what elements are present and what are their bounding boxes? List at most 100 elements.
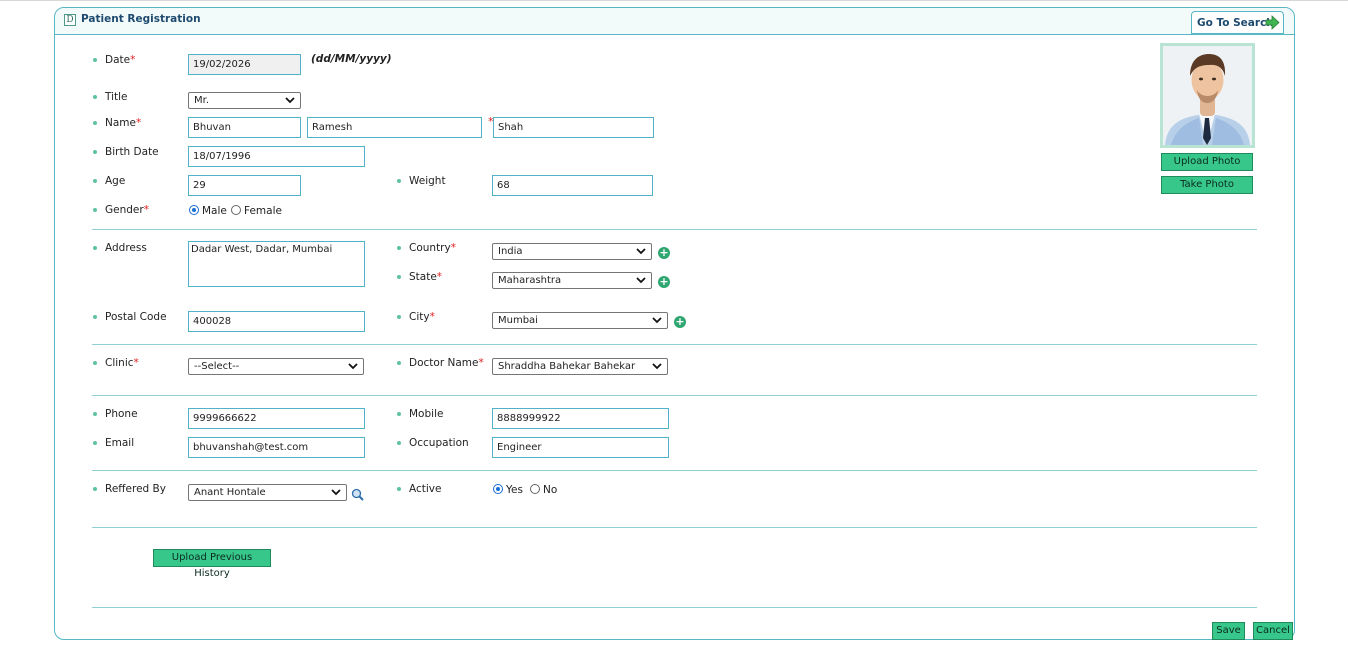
active-label: Active — [409, 483, 442, 495]
country-select[interactable]: India — [492, 243, 652, 260]
bullet — [93, 487, 97, 491]
chevron-down-icon — [348, 363, 358, 370]
last-name-input[interactable]: Shah — [493, 117, 654, 138]
mobile-label: Mobile — [409, 408, 444, 420]
bullet — [397, 412, 401, 416]
bullet — [93, 208, 97, 212]
bullet — [93, 150, 97, 154]
page-title: Patient Registration — [81, 13, 201, 25]
take-photo-button[interactable]: Take Photo — [1161, 176, 1253, 194]
gender-female-radio[interactable] — [231, 205, 241, 215]
go-to-search-label: Go To Search — [1197, 17, 1274, 29]
country-label: Country* — [409, 242, 456, 254]
bullet — [93, 441, 97, 445]
chevron-down-icon — [331, 489, 341, 496]
section-divider — [92, 229, 1257, 230]
bullet — [397, 246, 401, 250]
active-no-label: No — [543, 484, 558, 496]
bullet — [397, 441, 401, 445]
bullet — [397, 487, 401, 491]
age-label: Age — [105, 175, 126, 187]
bullet — [397, 275, 401, 279]
bullet — [93, 412, 97, 416]
birth-date-label: Birth Date — [105, 146, 159, 158]
bullet — [93, 246, 97, 250]
clinic-select[interactable]: --Select-- — [188, 358, 364, 375]
state-select[interactable]: Maharashtra — [492, 272, 652, 289]
referred-by-label: Reffered By — [105, 483, 166, 495]
bullet — [93, 315, 97, 319]
doctor-name-label: Doctor Name* — [409, 357, 484, 369]
address-textarea[interactable]: Dadar West, Dadar, Mumbai — [188, 241, 365, 287]
email-input[interactable]: bhuvanshah@test.com — [188, 437, 365, 458]
referred-by-select[interactable]: Anant Hontale — [188, 484, 347, 501]
occupation-input[interactable]: Engineer — [492, 437, 669, 458]
title-select[interactable]: Mr. — [188, 92, 301, 109]
active-no-radio[interactable] — [530, 484, 540, 494]
add-country-icon[interactable]: + — [658, 247, 670, 259]
section-divider — [92, 527, 1257, 528]
bullet — [397, 361, 401, 365]
section-divider — [92, 470, 1257, 471]
date-format-hint: (dd/MM/yyyy) — [311, 53, 392, 65]
chevron-down-icon — [636, 248, 646, 255]
section-divider — [92, 344, 1257, 345]
patient-photo — [1160, 43, 1255, 148]
module-icon: D — [64, 14, 76, 26]
email-label: Email — [105, 437, 135, 449]
postal-code-input[interactable]: 400028 — [188, 311, 365, 332]
title-select-value: Mr. — [194, 95, 209, 106]
upload-previous-history-button[interactable]: Upload Previous History — [153, 549, 271, 579]
clinic-label: Clinic* — [105, 357, 139, 369]
title-label: Title — [105, 91, 128, 103]
bullet — [93, 361, 97, 365]
phone-input[interactable]: 9999666622 — [188, 408, 365, 429]
weight-input[interactable]: 68 — [492, 175, 653, 196]
bullet — [93, 121, 97, 125]
state-select-value: Maharashtra — [498, 275, 562, 286]
date-label: Date* — [105, 54, 136, 66]
gender-female-label: Female — [244, 205, 282, 217]
go-to-search-button[interactable]: Go To Search — [1191, 11, 1284, 34]
state-label: State* — [409, 271, 443, 283]
gender-label: Gender* — [105, 204, 149, 216]
person-avatar-icon — [1163, 46, 1252, 145]
add-state-icon[interactable]: + — [658, 276, 670, 288]
search-icon[interactable] — [351, 488, 364, 501]
bullet — [93, 179, 97, 183]
bullet — [397, 315, 401, 319]
arrow-right-icon — [1265, 15, 1280, 30]
add-city-icon[interactable]: + — [674, 316, 686, 328]
bullet — [93, 95, 97, 99]
bullet — [93, 58, 97, 62]
date-input[interactable]: 19/02/2026 — [188, 54, 301, 75]
cancel-button[interactable]: Cancel — [1253, 622, 1293, 640]
city-select[interactable]: Mumbai — [492, 312, 668, 329]
chevron-down-icon — [652, 317, 662, 324]
occupation-label: Occupation — [409, 437, 469, 449]
chevron-down-icon — [636, 277, 646, 284]
section-divider — [92, 395, 1257, 396]
chevron-down-icon — [285, 97, 295, 104]
address-label: Address — [105, 242, 147, 254]
birth-date-input[interactable]: 18/07/1996 — [188, 146, 365, 167]
age-input[interactable]: 29 — [188, 175, 301, 196]
section-divider — [92, 607, 1257, 608]
doctor-select-value: Shraddha Bahekar Bahekar — [498, 361, 636, 372]
phone-label: Phone — [105, 408, 138, 420]
mobile-input[interactable]: 8888999922 — [492, 408, 669, 429]
city-select-value: Mumbai — [498, 315, 538, 326]
doctor-select[interactable]: Shraddha Bahekar Bahekar — [492, 358, 668, 375]
chevron-down-icon — [652, 363, 662, 370]
first-name-input[interactable]: Bhuvan — [188, 117, 301, 138]
country-select-value: India — [498, 246, 523, 257]
save-button[interactable]: Save — [1212, 622, 1245, 640]
patient-registration-panel: D Patient Registration Go To Search Date… — [54, 7, 1295, 640]
panel-header: D Patient Registration Go To Search — [55, 8, 1294, 35]
gender-male-radio[interactable] — [189, 205, 199, 215]
middle-name-input[interactable]: Ramesh — [307, 117, 482, 138]
active-yes-radio[interactable] — [493, 484, 503, 494]
upload-photo-button[interactable]: Upload Photo — [1161, 153, 1253, 171]
city-label: City* — [409, 311, 435, 323]
name-label: Name* — [105, 117, 142, 129]
